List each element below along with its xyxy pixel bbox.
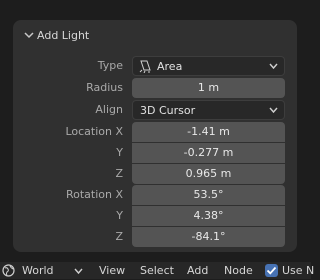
location-z-label: Z: [115, 167, 123, 180]
menu-select[interactable]: Select: [140, 264, 174, 277]
type-value: Area: [157, 60, 183, 73]
align-row: Align 3D Cursor: [13, 100, 297, 120]
use-nodes-label[interactable]: Use N: [282, 264, 314, 277]
chevron-down-icon[interactable]: [23, 29, 35, 41]
align-dropdown[interactable]: 3D Cursor: [132, 100, 285, 120]
location-y-field[interactable]: -0.277 m: [132, 143, 285, 163]
location-y-label: Y: [116, 146, 123, 159]
type-label: Type: [97, 59, 123, 72]
rotation-x-label: Rotation X: [65, 188, 123, 201]
chevron-down-icon[interactable]: [74, 267, 83, 275]
rotation-y-label: Y: [116, 209, 123, 222]
radius-label: Radius: [86, 81, 123, 94]
menu-add[interactable]: Add: [187, 264, 208, 277]
type-row: Type Area: [13, 56, 297, 76]
location-z-field[interactable]: 0.965 m: [132, 164, 285, 184]
rotation-x-field[interactable]: 53.5°: [132, 185, 285, 205]
rotation-z-row: Z -84.1°: [13, 227, 297, 247]
node-editor-header: World View Select Add Node Use N: [0, 262, 314, 279]
rotation-z-label: Z: [115, 230, 123, 243]
panel-header[interactable]: Add Light: [13, 20, 297, 50]
chevron-down-icon: [269, 107, 278, 114]
rotation-y-field[interactable]: 4.38°: [132, 206, 285, 226]
world-icon[interactable]: [2, 264, 15, 277]
menu-node[interactable]: Node: [224, 264, 253, 277]
menu-view[interactable]: View: [99, 264, 125, 277]
location-y-row: Y -0.277 m: [13, 143, 297, 163]
area-light-icon: [139, 60, 151, 73]
add-light-panel: Add Light Type Area Radius 1 m Align 3D …: [13, 20, 297, 252]
location-z-row: Z 0.965 m: [13, 164, 297, 184]
rotation-z-field[interactable]: -84.1°: [132, 227, 285, 247]
rotation-x-row: Rotation X 53.5°: [13, 185, 297, 205]
type-dropdown[interactable]: Area: [132, 56, 285, 76]
panel-title: Add Light: [37, 29, 90, 42]
location-x-row: Location X -1.41 m: [13, 122, 297, 142]
location-x-field[interactable]: -1.41 m: [132, 122, 285, 142]
use-nodes-checkbox[interactable]: [265, 264, 278, 277]
chevron-down-icon: [269, 63, 278, 70]
world-selector-label[interactable]: World: [22, 264, 54, 277]
radius-row: Radius 1 m: [13, 78, 297, 98]
radius-field[interactable]: 1 m: [132, 78, 285, 98]
align-value: 3D Cursor: [140, 104, 196, 117]
location-x-label: Location X: [65, 125, 123, 138]
align-label: Align: [95, 103, 123, 116]
checkmark-icon: [266, 266, 277, 275]
rotation-y-row: Y 4.38°: [13, 206, 297, 226]
